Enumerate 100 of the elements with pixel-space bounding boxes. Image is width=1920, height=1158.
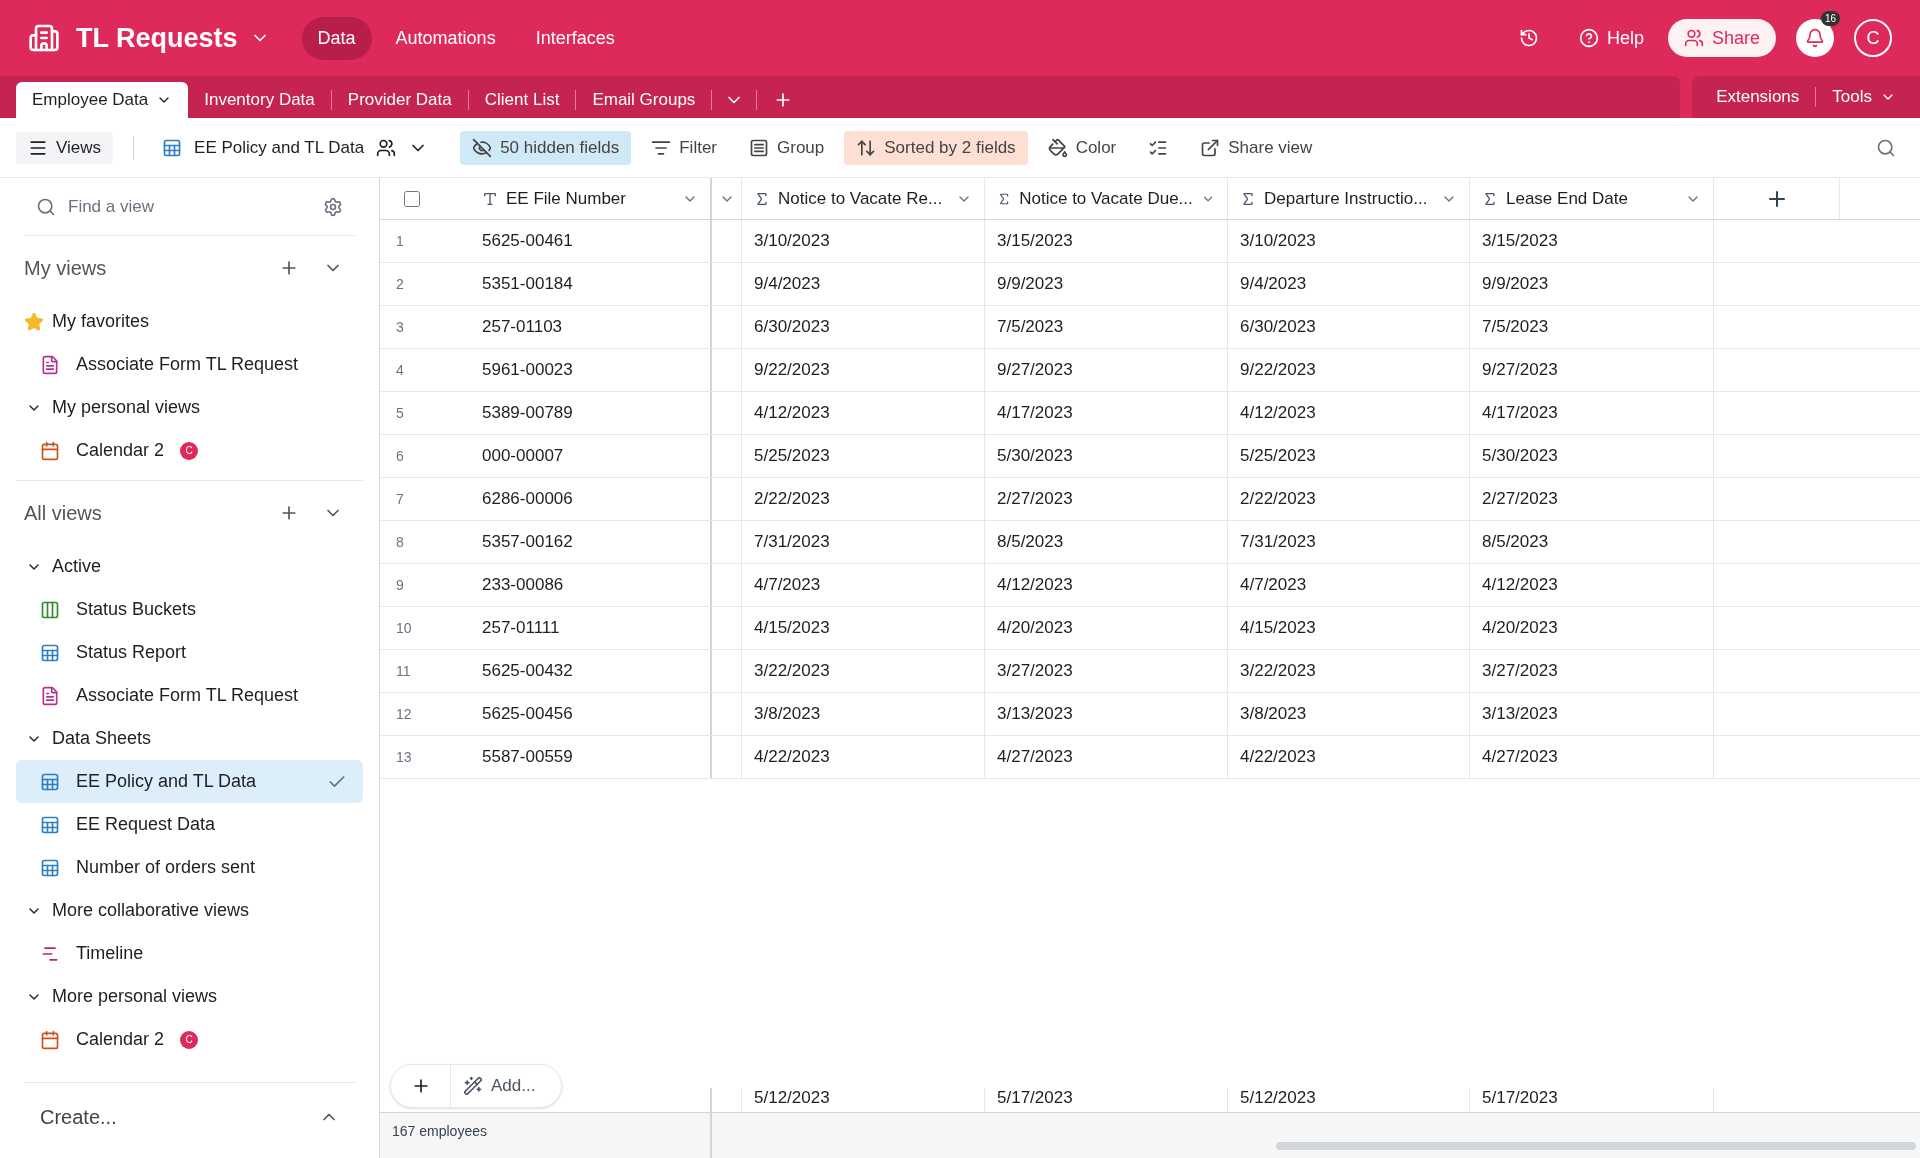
table-cell-text: 5625-00456 (482, 703, 573, 726)
find-view-field[interactable]: Find a view (68, 193, 311, 220)
table-cell-text: 4/7/2023 (1240, 574, 1307, 597)
table-cell-text: 3/13/2023 (997, 703, 1073, 726)
table-cell-text: 3/27/2023 (997, 660, 1073, 683)
table-cell-text: 4/27/2023 (997, 746, 1073, 769)
grid-icon (40, 771, 60, 792)
table-tab[interactable]: Email Groups (576, 82, 712, 118)
share-view-button[interactable]: Share view (1188, 130, 1325, 165)
calendar-icon (40, 1029, 60, 1050)
table-cell-text: 3/10/2023 (1240, 230, 1316, 253)
column-header[interactable]: EE File Number (470, 178, 712, 219)
paint-bucket-icon (1047, 137, 1068, 158)
search-icon[interactable] (1876, 137, 1896, 158)
table-cell-text: 4/12/2023 (997, 574, 1073, 597)
view-item[interactable]: EE Policy and TL Data (16, 760, 363, 803)
view-name: Status Report (76, 641, 187, 664)
group-button[interactable]: Group (737, 130, 837, 165)
table-cell-text: 4/20/2023 (997, 617, 1073, 640)
sort-button[interactable]: Sorted by 2 fields (844, 130, 1028, 165)
column-header[interactable]: Departure Instructio... (1228, 178, 1470, 219)
view-item[interactable]: EE Request Data (16, 803, 363, 846)
row-number: 10 (396, 618, 412, 638)
table-cell-text: 8/5/2023 (1482, 531, 1549, 554)
table-cell-text: 2/27/2023 (1482, 488, 1558, 511)
horizontal-scrollbar[interactable] (1276, 1142, 1916, 1150)
view-item[interactable]: Calendar 2 C (16, 1018, 363, 1061)
view-item[interactable]: Number of orders sent (16, 846, 363, 889)
formula-icon (1482, 190, 1498, 207)
hidden-fields-button[interactable]: 50 hidden fields (460, 130, 632, 165)
tools-menu-button[interactable]: Tools (1820, 84, 1908, 110)
base-title[interactable]: TL Requests (76, 17, 238, 59)
table-cell: 5/12/2023 (1240, 1088, 1316, 1108)
account-avatar[interactable]: C (1854, 19, 1892, 57)
view-item[interactable]: Associate Form TL Request (16, 674, 363, 717)
table-cell-text: 7/5/2023 (1482, 316, 1549, 339)
column-header[interactable]: Notice to Vacate Due... (985, 178, 1228, 219)
table-cell-text: 4/15/2023 (754, 617, 830, 640)
form-icon (40, 685, 60, 706)
view-item[interactable]: Status Report (16, 631, 363, 674)
row-number: 7 (396, 489, 404, 509)
row-number: 13 (396, 747, 412, 767)
help-button[interactable]: Help (1578, 24, 1644, 52)
share-button[interactable]: Share (1667, 19, 1776, 57)
table-cell-text: 2/22/2023 (754, 488, 830, 511)
table-cell-text: 6286-00006 (482, 488, 573, 511)
column-header[interactable]: Notice to Vacate Re... (742, 178, 985, 219)
group-title[interactable]: More personal views (52, 983, 218, 1010)
table-cell-text: 4/7/2023 (754, 574, 821, 597)
table-cell-text: 6/30/2023 (754, 316, 830, 339)
table-cell-text: 4/15/2023 (1240, 617, 1316, 640)
table-cell-text: 9/9/2023 (997, 273, 1064, 296)
table-cell-text: 3/8/2023 (754, 703, 821, 726)
views-button[interactable]: Views (16, 131, 114, 164)
row-number: 4 (396, 360, 404, 380)
nav-tab[interactable]: Data (301, 16, 372, 60)
table-cell-text: 5625-00461 (482, 230, 573, 253)
view-item[interactable]: Status Buckets (16, 588, 363, 631)
view-switcher[interactable]: EE Policy and TL Data (154, 134, 437, 161)
row-number: 3 (396, 317, 404, 337)
filter-button[interactable]: Filter (639, 130, 729, 165)
table-cell-text: 4/22/2023 (1240, 746, 1316, 769)
group-title[interactable]: My favorites (52, 308, 150, 335)
view-name: Associate Form TL Request (76, 684, 299, 707)
notification-count: 16 (1820, 11, 1840, 26)
table-tab[interactable]: Employee Data (16, 82, 189, 118)
table-tab[interactable]: Provider Data (331, 82, 468, 118)
view-item[interactable]: Associate Form TL Request (16, 343, 363, 386)
create-menu[interactable]: Create... (40, 1101, 319, 1132)
group-title[interactable]: My personal views (52, 394, 201, 421)
group-title[interactable]: Active (52, 553, 102, 580)
table-tab[interactable]: Client List (468, 82, 576, 118)
view-name: Calendar 2 (76, 1028, 165, 1051)
table-cell-text: 3/13/2023 (1482, 703, 1558, 726)
grid-icon (40, 814, 60, 835)
view-name: Associate Form TL Request (76, 353, 299, 376)
section-title: All views (24, 501, 103, 526)
table-cell-text: 3/22/2023 (754, 660, 830, 683)
table-cell-text: 3/8/2023 (1240, 703, 1307, 726)
table-tab[interactable]: Inventory Data (188, 82, 331, 118)
group-title[interactable]: Data Sheets (52, 725, 152, 752)
table-cell-text: 7/31/2023 (1240, 531, 1316, 554)
table-cell-text: 4/22/2023 (754, 746, 830, 769)
ai-add-button[interactable]: Add... (451, 1073, 548, 1099)
view-item[interactable]: Timeline (16, 932, 363, 975)
color-button[interactable]: Color (1035, 130, 1129, 165)
table-cell-text: 7/5/2023 (997, 316, 1064, 339)
select-all-checkbox[interactable] (404, 190, 420, 207)
table-cell-text: 3/27/2023 (1482, 660, 1558, 683)
view-item[interactable]: Calendar 2 C (16, 429, 363, 472)
nav-tab[interactable]: Interfaces (519, 16, 631, 60)
column-header[interactable]: Lease End Date (1470, 178, 1714, 219)
nav-tab[interactable]: Automations (379, 16, 512, 60)
history-icon[interactable] (1518, 28, 1539, 48)
table-cell-text: 9/4/2023 (754, 273, 821, 296)
settings-icon[interactable] (323, 196, 343, 217)
row-number: 11 (396, 661, 411, 681)
table-cell-text: 2/22/2023 (1240, 488, 1316, 511)
group-title[interactable]: More collaborative views (52, 897, 250, 924)
tools-menu-button[interactable]: Extensions (1704, 84, 1812, 110)
